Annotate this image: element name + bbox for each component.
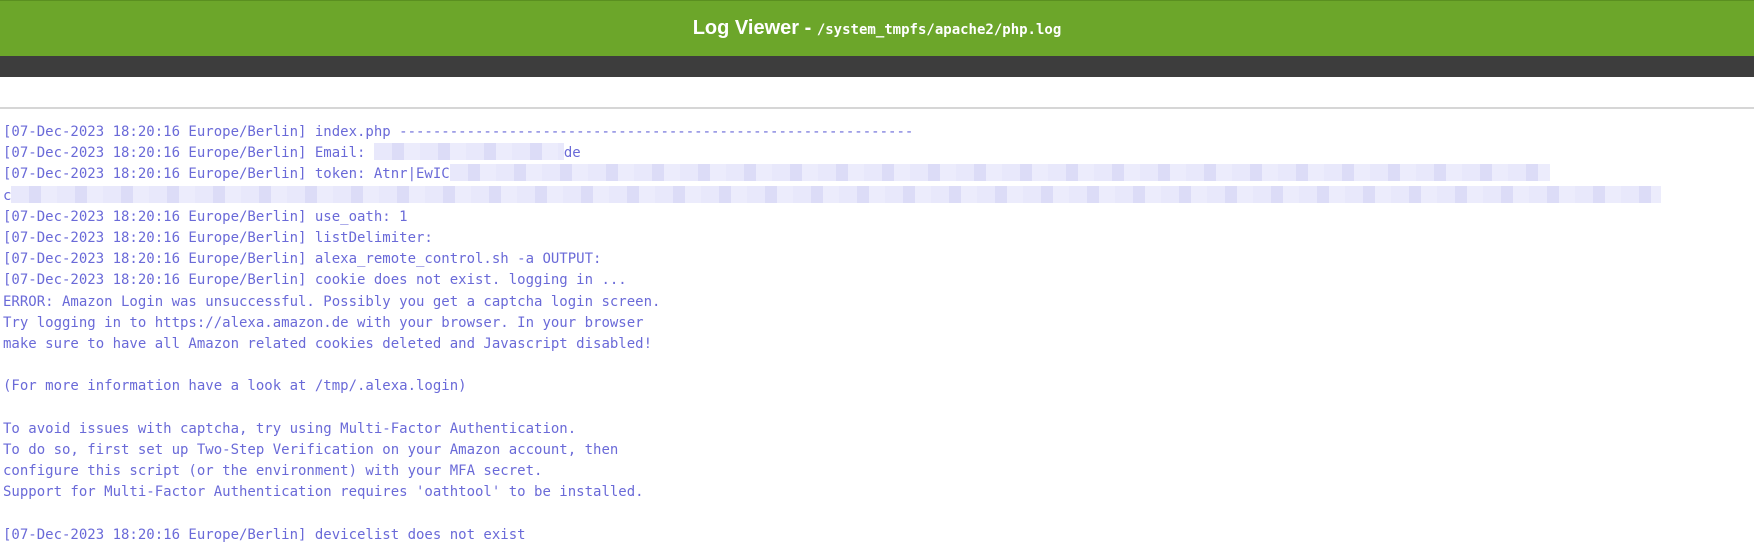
dark-toolbar-bar [0, 56, 1754, 77]
log-output: [07-Dec-2023 18:20:16 Europe/Berlin] ind… [3, 122, 1748, 546]
log-line: [07-Dec-2023 18:20:16 Europe/Berlin] ale… [3, 251, 602, 268]
log-line-blank [3, 397, 1748, 418]
page-title: Log Viewer - /system_tmpfs/apache2/php.l… [693, 17, 1062, 40]
log-line: [07-Dec-2023 18:20:16 Europe/Berlin] ind… [3, 124, 914, 140]
log-line-blank [3, 355, 1748, 376]
log-file-path: /system_tmpfs/apache2/php.log [816, 22, 1062, 38]
log-line-email: [07-Dec-2023 18:20:16 Europe/Berlin] Ema… [3, 143, 1748, 164]
log-line-token-continued: c [3, 185, 1748, 207]
log-line-error: ERROR: Amazon Login was unsuccessful. Po… [3, 293, 661, 310]
log-line: configure this script (or the environmen… [3, 463, 543, 479]
log-line: (For more information have a look at /tm… [3, 378, 467, 395]
log-line: [07-Dec-2023 18:20:16 Europe/Berlin] lis… [3, 229, 433, 246]
log-line-blank [3, 503, 1748, 524]
log-line: To do so, first set up Two-Step Verifica… [3, 441, 619, 458]
redacted-token-continued [11, 185, 1662, 203]
log-line: make sure to have all Amazon related coo… [3, 335, 653, 352]
log-line-text: c [3, 187, 12, 204]
log-line: Try logging in to https://alexa.amazon.d… [3, 314, 644, 331]
app-header: Log Viewer - /system_tmpfs/apache2/php.l… [0, 0, 1754, 56]
log-line-text: [07-Dec-2023 18:20:16 Europe/Berlin] Ema… [3, 145, 374, 162]
log-line: [07-Dec-2023 18:20:16 Europe/Berlin] use… [3, 208, 408, 225]
log-line: [07-Dec-2023 18:20:16 Europe/Berlin] coo… [3, 272, 627, 289]
log-line: Support for Multi-Factor Authentication … [3, 484, 644, 501]
log-line: [07-Dec-2023 18:20:16 Europe/Berlin] dev… [3, 526, 526, 543]
content-divider [0, 107, 1754, 109]
redacted-email [373, 143, 564, 161]
log-line: To avoid issues with captcha, try using … [3, 420, 577, 437]
redacted-token [449, 164, 1550, 182]
log-line-text: [07-Dec-2023 18:20:16 Europe/Berlin] tok… [3, 166, 450, 183]
log-line-token: [07-Dec-2023 18:20:16 Europe/Berlin] tok… [3, 164, 1748, 185]
page-title-label: Log Viewer - [692, 17, 817, 39]
log-line-text: de [563, 145, 581, 162]
